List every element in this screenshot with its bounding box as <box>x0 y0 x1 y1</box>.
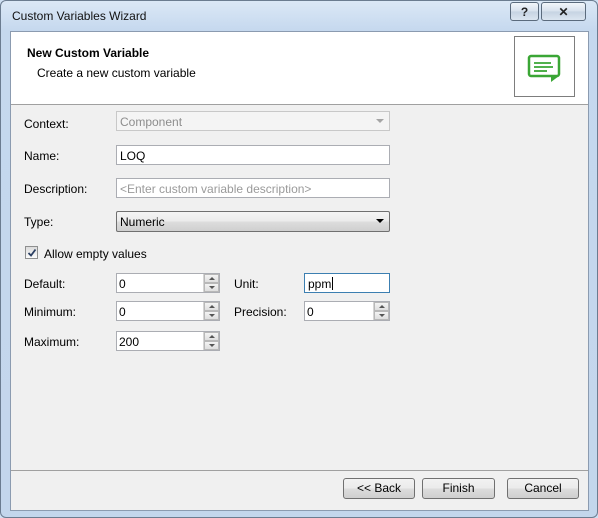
maximum-label: Maximum: <box>24 335 80 349</box>
cancel-button[interactable]: Cancel <box>507 478 579 499</box>
type-dropdown[interactable]: Numeric <box>116 211 390 232</box>
note-icon <box>527 54 561 82</box>
back-button[interactable]: << Back <box>343 478 415 499</box>
unit-value: ppm <box>308 277 332 291</box>
spin-up-icon[interactable] <box>204 302 219 311</box>
spin-down-icon[interactable] <box>204 341 219 350</box>
precision-value: 0 <box>307 305 314 319</box>
wizard-client-area: New Custom Variable Create a new custom … <box>10 31 589 511</box>
context-dropdown[interactable]: Component <box>116 111 390 131</box>
spin-down-icon[interactable] <box>374 311 389 320</box>
context-value: Component <box>120 115 183 129</box>
close-button[interactable]: ✕ <box>541 2 586 21</box>
minimum-label: Minimum: <box>24 305 77 319</box>
wizard-window: Custom Variables Wizard ? ✕ New Custom V… <box>0 0 598 518</box>
chevron-down-icon <box>376 119 384 123</box>
description-input[interactable]: <Enter custom variable description> <box>116 178 390 198</box>
unit-label: Unit: <box>234 277 259 291</box>
window-title: Custom Variables Wizard <box>12 9 147 23</box>
minimum-value: 0 <box>119 305 126 319</box>
maximum-stepper[interactable]: 200 <box>116 331 220 351</box>
spin-up-icon[interactable] <box>204 274 219 283</box>
allow-empty-checkbox[interactable] <box>25 246 38 259</box>
default-label: Default: <box>24 277 66 291</box>
maximum-spin-buttons <box>203 332 219 350</box>
wizard-header: New Custom Variable Create a new custom … <box>11 32 588 105</box>
header-title: New Custom Variable <box>27 46 150 60</box>
context-label: Context: <box>24 117 69 131</box>
spin-up-icon[interactable] <box>374 302 389 311</box>
unit-input[interactable]: ppm <box>304 273 390 293</box>
type-label: Type: <box>24 215 54 229</box>
precision-spin-buttons <box>373 302 389 320</box>
chevron-down-icon <box>376 219 384 223</box>
checkmark-icon <box>27 248 37 257</box>
default-stepper[interactable]: 0 <box>116 273 220 293</box>
precision-stepper[interactable]: 0 <box>304 301 390 321</box>
finish-button[interactable]: Finish <box>422 478 495 499</box>
description-label: Description: <box>24 182 88 196</box>
type-value: Numeric <box>120 215 165 229</box>
spin-down-icon[interactable] <box>204 311 219 320</box>
minimum-spin-buttons <box>203 302 219 320</box>
allow-empty-label: Allow empty values <box>44 247 147 261</box>
header-subtitle: Create a new custom variable <box>37 66 196 80</box>
maximum-value: 200 <box>119 335 140 349</box>
spin-down-icon[interactable] <box>204 283 219 292</box>
precision-label: Precision: <box>234 305 287 319</box>
minimum-stepper[interactable]: 0 <box>116 301 220 321</box>
spin-up-icon[interactable] <box>204 332 219 341</box>
description-placeholder: <Enter custom variable description> <box>120 182 312 196</box>
help-button[interactable]: ? <box>510 2 539 21</box>
default-spin-buttons <box>203 274 219 292</box>
name-label: Name: <box>24 149 60 163</box>
footer-divider <box>11 470 588 471</box>
text-cursor <box>332 277 334 290</box>
name-value: LOQ <box>120 149 146 163</box>
header-icon-frame <box>514 36 575 97</box>
name-input[interactable]: LOQ <box>116 145 390 165</box>
default-value: 0 <box>119 277 126 291</box>
